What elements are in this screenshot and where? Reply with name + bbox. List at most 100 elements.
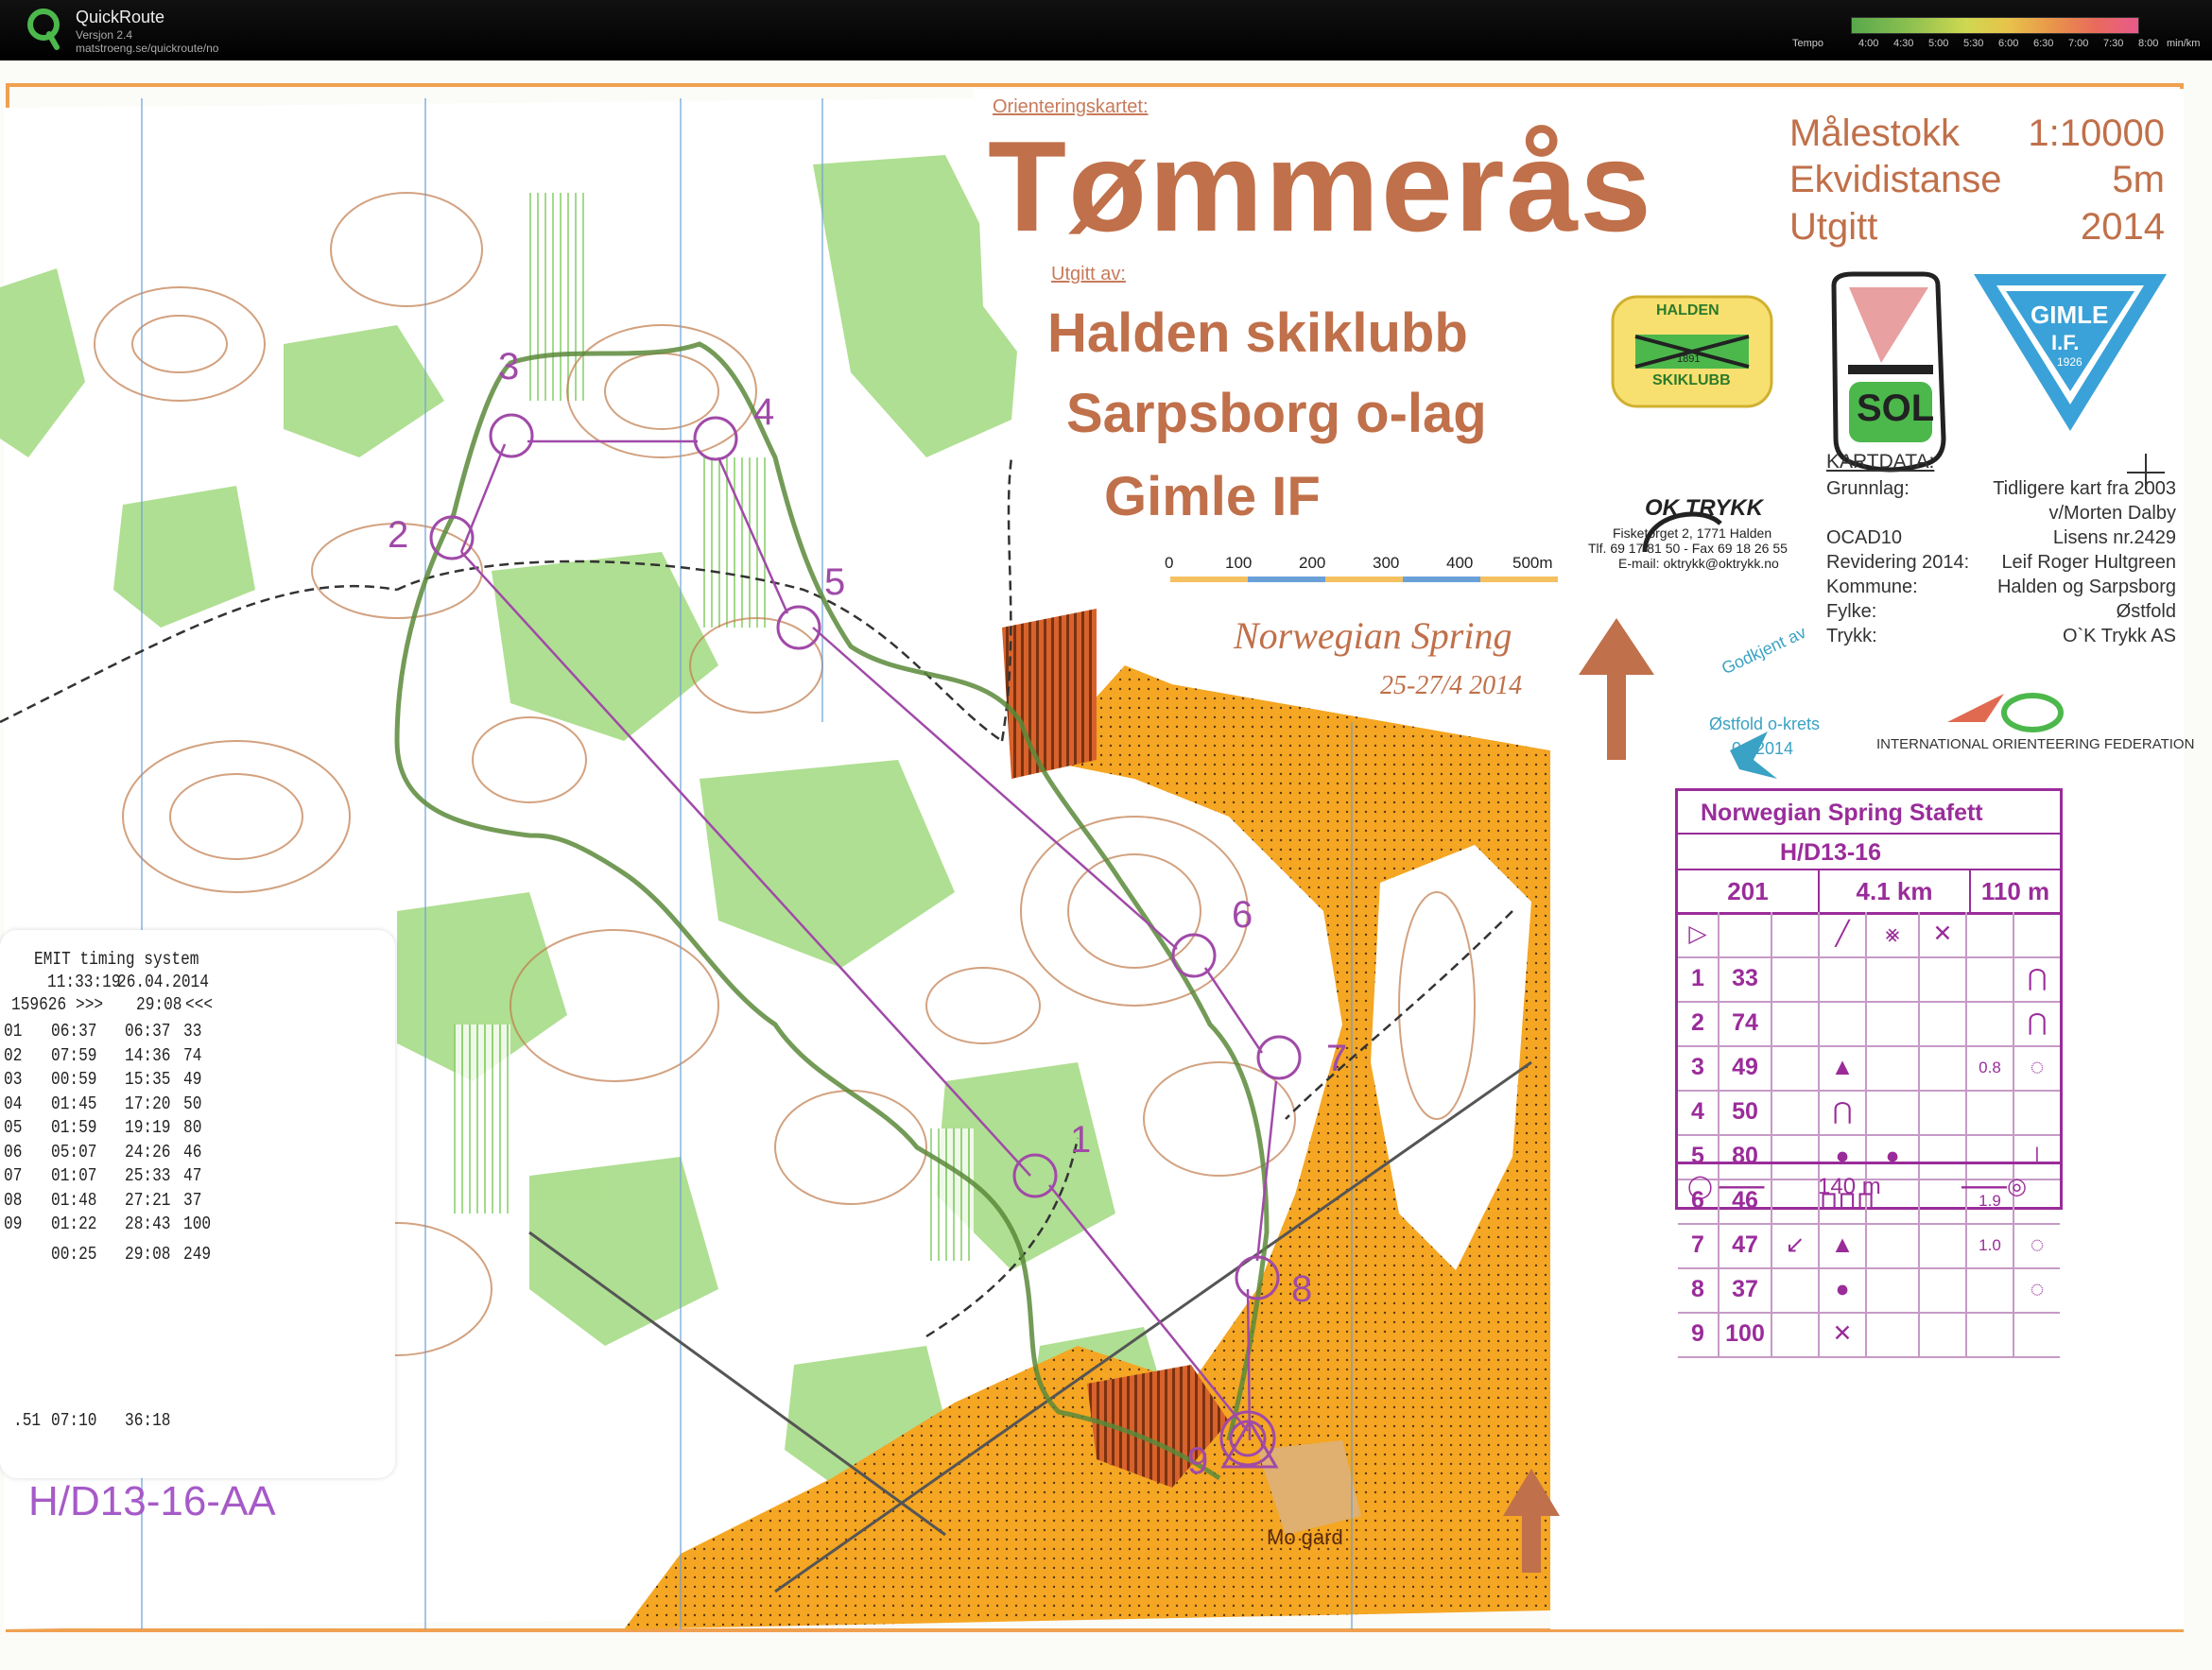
cd-loc-cell: [2014, 1090, 2060, 1134]
cd-code-cell: 33: [1719, 956, 1772, 1001]
cd-num-cell: 7: [1678, 1223, 1719, 1267]
timing-split-no: 01: [4, 1021, 23, 1042]
tempo-legend: Tempo 4:00 4:30 5:00 5:30 6:00 6:30 7:00…: [1792, 17, 2210, 55]
timing-split-split: 01:59: [51, 1117, 97, 1138]
timing-split-cum: 17:20: [125, 1093, 171, 1114]
timing-extra-cum: 36:18: [125, 1410, 171, 1431]
control-number: 2: [388, 514, 409, 556]
cd-blank-cell: [1920, 1090, 1967, 1134]
contour-interval-value: 5m: [2112, 159, 2165, 200]
cd-blank-cell: [1920, 1312, 1967, 1356]
printer-name: OK TRYKK: [1645, 495, 1763, 521]
cd-course-climb: 110 m: [1980, 877, 2050, 905]
tempo-tick: 5:00: [1928, 38, 1949, 49]
control-number: 7: [1326, 1038, 1348, 1079]
gimle-logo-text: GIMLE: [2031, 301, 2109, 329]
kartdata-value: v/Morten Dalby: [2048, 503, 2177, 524]
event-name: Norwegian Spring: [1234, 614, 1512, 657]
timing-split-split: 01:45: [51, 1093, 97, 1114]
cd-loc-cell: ◌: [2030, 1276, 2045, 1302]
cd-dim-cell: [1967, 1001, 2014, 1045]
timing-split-cum: 28:43: [125, 1214, 171, 1234]
timing-split-split: 07:59: [51, 1044, 97, 1066]
cd-control-row: 9 100 ✕: [1678, 1312, 2060, 1358]
timing-split-cum: 06:37: [125, 1021, 171, 1042]
cd-loc-cell: [2014, 1312, 2060, 1356]
scale-bar-tick: 300: [1373, 554, 1400, 572]
cd-which-cell: ↙: [1772, 1223, 1820, 1267]
cd-course-number: 201: [1678, 870, 1820, 912]
cd-loc-cell: ⋂: [2027, 1009, 2048, 1036]
timing-split-cum: 14:36: [125, 1044, 171, 1066]
timing-split-split: 00:59: [51, 1069, 97, 1090]
orienteering-map-sheet[interactable]: Orienteringskartet: Tømmerås Utgitt av: …: [0, 60, 2212, 1670]
crossing-path-icon: ⨳: [1867, 912, 1920, 956]
timing-split-split: 00:25: [51, 1243, 97, 1265]
timing-extra-split: 07:10: [51, 1410, 97, 1431]
timing-split-code: 50: [183, 1093, 202, 1114]
kartdata-value: Halden og Sarpsborg: [1996, 577, 2176, 597]
cd-dim-cell: 1.0: [1967, 1223, 2014, 1267]
timing-split-no: 04: [4, 1093, 23, 1114]
cd-control-row: 7 47 ↙ ▲ 1.0 ◌: [1678, 1223, 2060, 1269]
tempo-tick: 4:30: [1893, 38, 1914, 49]
kartdata-heading: KARTDATA:: [1826, 451, 1935, 473]
cd-code-cell: 49: [1719, 1045, 1772, 1090]
cd-control-row: 2 74 ⋂: [1678, 1001, 2060, 1047]
club-name: Halden skiklubb: [1047, 302, 1468, 364]
timing-total: 29:08: [136, 994, 182, 1015]
control-number: 8: [1291, 1268, 1313, 1310]
cd-code-cell: 47: [1719, 1223, 1772, 1267]
cd-start-row: ▷ ╱ ⨳ ✕: [1678, 912, 2060, 958]
control-number: 6: [1232, 894, 1253, 936]
sol-logo: [1831, 271, 1946, 473]
timing-split-code: 47: [183, 1165, 202, 1186]
timing-time: 11:33:19: [47, 972, 121, 992]
timing-split-no: 08: [4, 1189, 23, 1211]
club-name: Gimle IF: [1104, 466, 1321, 527]
timing-split-no: 02: [4, 1044, 23, 1066]
cd-which-cell: [1772, 1001, 1820, 1045]
timing-split-no: 06: [4, 1141, 23, 1162]
app-version: Versjon 2.4: [76, 28, 133, 42]
timing-split-split: 01:07: [51, 1165, 97, 1186]
timing-split-code: 33: [183, 1021, 202, 1042]
published-value: 2014: [2081, 206, 2165, 248]
cd-feature-cell: ▲: [1820, 1223, 1867, 1267]
club-name: Sarpsborg o-lag: [1066, 383, 1487, 444]
cd-appearance-cell: [1867, 1045, 1920, 1090]
timing-slip: EMIT timing system 11:33:19 26.04.2014 1…: [0, 930, 395, 1478]
printer-phone: Tlf. 69 17 81 50 - Fax 69 18 26 55: [1588, 541, 1788, 556]
cd-feature-cell: ●: [1820, 1267, 1867, 1312]
sol-logo-text: SOL: [1857, 387, 1935, 429]
scale-bar-tick: 400: [1446, 554, 1474, 572]
halden-logo-bottom: SKIKLUBB: [1652, 372, 1731, 388]
finish-start-circle-icon: ◯ ——: [1687, 1174, 1765, 1199]
cd-num-cell: 3: [1678, 1045, 1719, 1090]
gimle-logo-if: I.F.: [2051, 331, 2080, 354]
timing-split-split: 05:07: [51, 1141, 97, 1162]
cd-dim-cell: [1967, 1312, 2014, 1356]
kartdata-value: Østfold: [2116, 601, 2176, 622]
tempo-label: Tempo: [1792, 38, 1824, 49]
gimle-logo-year: 1926: [2057, 355, 2082, 369]
printer-email: E-mail: oktrykk@oktrykk.no: [1618, 556, 1779, 571]
cd-appearance-cell: [1867, 1001, 1920, 1045]
cd-code-cell: 37: [1719, 1267, 1772, 1312]
approved-date: 04/2014: [1732, 739, 1794, 758]
cd-loc-cell: ◌: [2030, 1054, 2045, 1080]
cd-blank-cell: [1920, 1267, 1967, 1312]
timing-split-code: 46: [183, 1141, 202, 1162]
tempo-color-bar: [1851, 17, 2139, 34]
finish-place-label: Mo gard: [1267, 1525, 1343, 1549]
timing-total-suffix: <<<: [185, 994, 214, 1015]
course-code: H/D13-16-AA: [28, 1478, 276, 1524]
cd-blank-cell: [1920, 1223, 1967, 1267]
cd-code-cell: 100: [1719, 1312, 1772, 1356]
slash-icon: ╱: [1820, 912, 1867, 956]
timing-header: EMIT timing system: [34, 949, 199, 970]
timing-split-code: 80: [183, 1117, 202, 1138]
cd-event-title: Norwegian Spring Stafett: [1678, 791, 2060, 835]
timing-split-no: 05: [4, 1117, 23, 1138]
control-number: 4: [753, 391, 775, 433]
